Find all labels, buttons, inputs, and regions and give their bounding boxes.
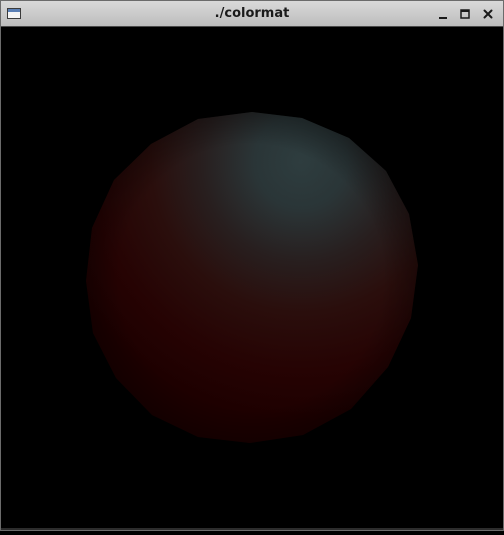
minimize-icon xyxy=(439,17,447,19)
maximize-icon xyxy=(460,9,470,19)
sphere-rim-shading xyxy=(86,112,418,443)
close-button[interactable] xyxy=(480,6,496,22)
app-window: ./colormat xyxy=(0,0,504,531)
render-canvas[interactable] xyxy=(1,27,503,530)
title-bar[interactable]: ./colormat xyxy=(1,1,503,27)
window-bottom-border xyxy=(1,528,503,530)
maximize-button[interactable] xyxy=(457,6,473,22)
minimize-button[interactable] xyxy=(435,6,451,22)
sphere-viewport xyxy=(86,112,418,443)
close-icon xyxy=(483,9,493,19)
window-title: ./colormat xyxy=(214,6,290,21)
window-app-icon[interactable] xyxy=(7,8,21,19)
